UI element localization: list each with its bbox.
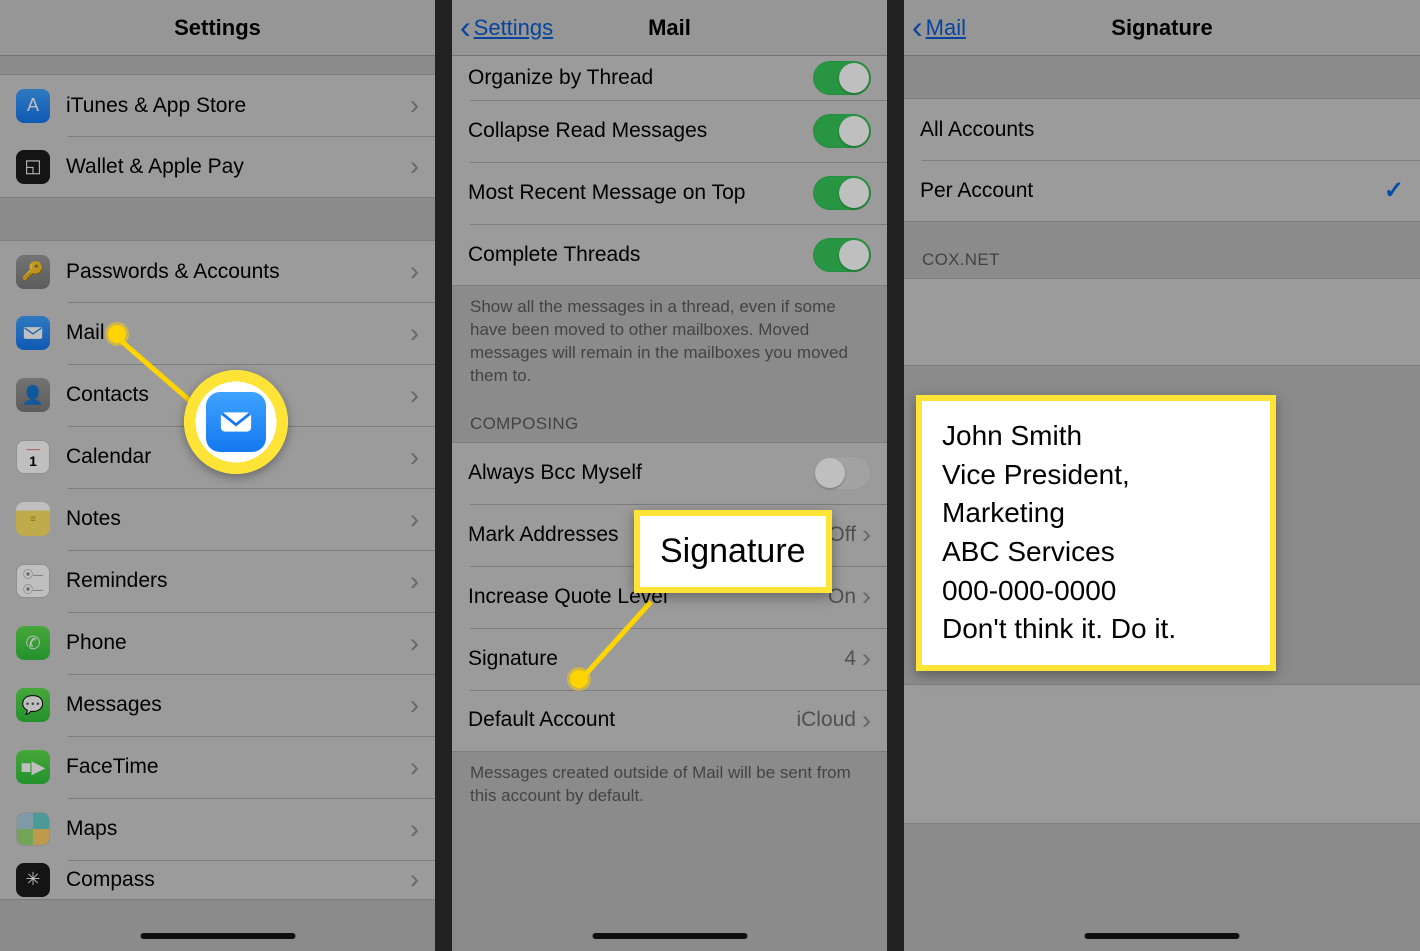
signature-line: Don't think it. Do it. xyxy=(942,610,1250,649)
toggle-collapse-read[interactable]: Collapse Read Messages xyxy=(452,100,887,162)
switch[interactable] xyxy=(813,238,871,272)
callout-mail-circle xyxy=(184,370,288,474)
back-button[interactable]: ‹ Mail xyxy=(912,0,966,55)
back-button[interactable]: ‹ Settings xyxy=(460,0,553,55)
chevron-right-icon: › xyxy=(410,92,419,119)
switch[interactable] xyxy=(813,114,871,148)
composing-header: COMPOSING xyxy=(452,400,887,442)
maps-icon xyxy=(16,812,50,846)
threads-footer: Show all the messages in a thread, even … xyxy=(452,286,887,400)
home-indicator[interactable] xyxy=(1085,933,1240,939)
switch[interactable] xyxy=(813,176,871,210)
settings-row-phone[interactable]: ✆ Phone › xyxy=(0,612,435,674)
contacts-icon: 👤 xyxy=(16,378,50,412)
settings-row-reminders[interactable]: ⦿—⦿— Reminders › xyxy=(0,550,435,612)
settings-row-mail[interactable]: Mail › xyxy=(0,302,435,364)
chevron-right-icon: › xyxy=(410,382,419,409)
checkmark-icon: ✓ xyxy=(1384,176,1404,205)
settings-root-screen: Settings A iTunes & App Store › ◱ Wallet… xyxy=(0,0,435,951)
switch[interactable] xyxy=(813,61,871,95)
chevron-right-icon: › xyxy=(862,583,871,610)
switch[interactable] xyxy=(813,456,871,490)
chevron-right-icon: › xyxy=(410,258,419,285)
callout-anchor-dot xyxy=(108,325,126,343)
row-all-accounts[interactable]: All Accounts xyxy=(904,98,1420,160)
chevron-right-icon: › xyxy=(410,153,419,180)
compass-icon: ✳ xyxy=(16,863,50,897)
nav-title: Signature xyxy=(1111,15,1212,41)
composing-group: Always Bcc Myself Mark Addresses Off › I… xyxy=(452,442,887,752)
toggle-complete-threads[interactable]: Complete Threads xyxy=(452,224,887,286)
chevron-right-icon: › xyxy=(410,630,419,657)
signature-line: John Smith xyxy=(942,417,1250,456)
nav-bar: ‹ Mail Signature xyxy=(904,0,1420,56)
signature-line: 000-000-0000 xyxy=(942,572,1250,611)
facetime-icon: ■▶ xyxy=(16,750,50,784)
composing-footer: Messages created outside of Mail will be… xyxy=(452,752,887,820)
signature-screen: ‹ Mail Signature All Accounts Per Accoun… xyxy=(904,0,1420,951)
appstore-icon: A xyxy=(16,89,50,123)
row-default-account[interactable]: Default Account iCloud › xyxy=(452,690,887,752)
mail-icon xyxy=(16,316,50,350)
messages-icon: 💬 xyxy=(16,688,50,722)
toggle-recent-top[interactable]: Most Recent Message on Top xyxy=(452,162,887,224)
chevron-right-icon: › xyxy=(410,506,419,533)
callout-signature-label: Signature xyxy=(634,510,832,593)
calendar-icon: –––1 xyxy=(16,440,50,474)
toggle-bcc-myself[interactable]: Always Bcc Myself xyxy=(452,442,887,504)
settings-row-wallet[interactable]: ◱ Wallet & Apple Pay › xyxy=(0,136,435,198)
chevron-right-icon: › xyxy=(410,754,419,781)
callout-signature-text: John SmithVice President, MarketingABC S… xyxy=(916,395,1276,671)
settings-row-notes[interactable]: ≡ Notes › xyxy=(0,488,435,550)
chevron-right-icon: › xyxy=(862,707,871,734)
threads-group: Organize by Thread Collapse Read Message… xyxy=(452,56,887,286)
signature-scope-group: All Accounts Per Account ✓ xyxy=(904,98,1420,222)
chevron-right-icon: › xyxy=(410,816,419,843)
nav-title: Settings xyxy=(174,15,261,41)
signature-line: ABC Services xyxy=(942,533,1250,572)
mail-settings-screen: ‹ Settings Mail Organize by Thread Colla… xyxy=(452,0,887,951)
chevron-right-icon: › xyxy=(862,645,871,672)
chevron-right-icon: › xyxy=(410,568,419,595)
settings-row-itunes[interactable]: A iTunes & App Store › xyxy=(0,74,435,136)
toggle-organize-thread[interactable]: Organize by Thread xyxy=(452,56,887,100)
chevron-left-icon: ‹ xyxy=(460,11,471,43)
signature-editor-cox[interactable] xyxy=(904,278,1420,366)
home-indicator[interactable] xyxy=(592,933,747,939)
key-icon: 🔑 xyxy=(16,255,50,289)
chevron-right-icon: › xyxy=(410,444,419,471)
nav-bar: ‹ Settings Mail xyxy=(452,0,887,56)
nav-bar: Settings xyxy=(0,0,435,56)
signature-editor-gmail[interactable] xyxy=(904,684,1420,824)
chevron-left-icon: ‹ xyxy=(912,11,923,43)
signature-line: Vice President, Marketing xyxy=(942,456,1250,533)
callout-anchor-dot xyxy=(570,670,588,688)
chevron-right-icon: › xyxy=(862,521,871,548)
settings-row-maps[interactable]: Maps › xyxy=(0,798,435,860)
notes-icon: ≡ xyxy=(16,502,50,536)
settings-row-facetime[interactable]: ■▶ FaceTime › xyxy=(0,736,435,798)
row-signature[interactable]: Signature 4 › xyxy=(452,628,887,690)
chevron-right-icon: › xyxy=(410,320,419,347)
row-per-account[interactable]: Per Account ✓ xyxy=(904,160,1420,222)
home-indicator[interactable] xyxy=(140,933,295,939)
mail-icon xyxy=(206,392,266,452)
settings-row-messages[interactable]: 💬 Messages › xyxy=(0,674,435,736)
reminders-icon: ⦿—⦿— xyxy=(16,564,50,598)
nav-title: Mail xyxy=(648,15,691,41)
settings-row-compass[interactable]: ✳ Compass › xyxy=(0,860,435,900)
chevron-right-icon: › xyxy=(410,866,419,893)
chevron-right-icon: › xyxy=(410,692,419,719)
account-header-cox: COX.NET xyxy=(904,222,1420,278)
settings-group-apps: 🔑 Passwords & Accounts › Mail › 👤 Contac… xyxy=(0,240,435,900)
settings-group-store: A iTunes & App Store › ◱ Wallet & Apple … xyxy=(0,74,435,198)
settings-row-passwords[interactable]: 🔑 Passwords & Accounts › xyxy=(0,240,435,302)
phone-icon: ✆ xyxy=(16,626,50,660)
wallet-icon: ◱ xyxy=(16,150,50,184)
